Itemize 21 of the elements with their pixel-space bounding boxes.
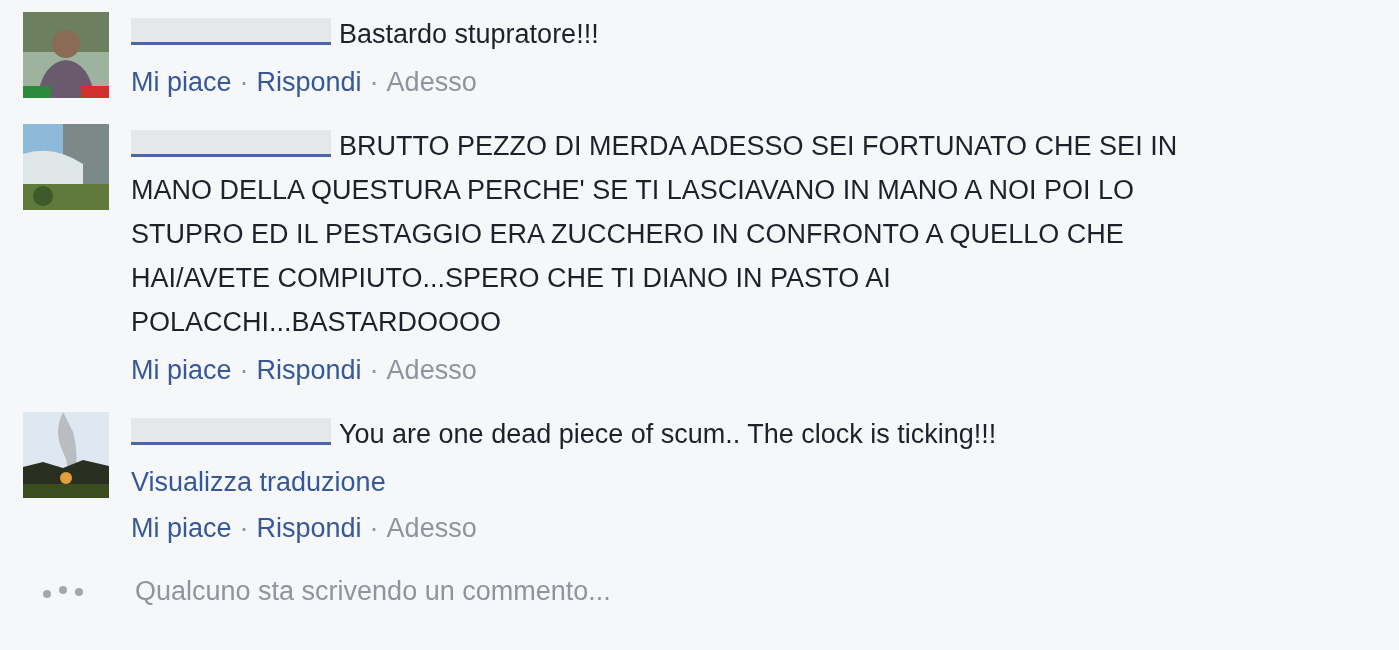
timestamp: Adesso	[386, 66, 477, 99]
typing-status: Qualcuno sta scrivendo un commento...	[135, 576, 611, 607]
action-link[interactable]: Rispondi	[256, 350, 362, 390]
action-link[interactable]: Rispondi	[256, 508, 362, 548]
separator-dot: ·	[239, 513, 249, 544]
separator-dot: ·	[239, 355, 249, 386]
translation-link[interactable]: Visualizza traduzione	[131, 462, 1251, 502]
timestamp: Adesso	[386, 512, 477, 545]
comment-text: BRUTTO PEZZO DI MERDA ADESSO SEI FORTUNATO CHE SEI IN MANO DELLA QUESTURA PERCHE' SE TI LASCIAVANO IN MANO A NOI POI LO STUPRO ED IL PESTAGGIO ERA ZUCCHERO IN CONFRONTO A QUELLO CHE HAI/AVETE COMPIUTO...SPERO CHE TI DIANO IN PASTO AI POLACCHI...BASTARDOOOO	[131, 129, 1179, 339]
separator-dot: ·	[369, 67, 379, 98]
separator-dot: ·	[239, 67, 249, 98]
action-link[interactable]: Mi piace	[131, 62, 232, 102]
action-link[interactable]: Mi piace	[131, 508, 232, 548]
action-link[interactable]: Rispondi	[256, 62, 362, 102]
separator-dot: ·	[369, 513, 379, 544]
timestamp: Adesso	[386, 354, 477, 387]
separator-dot: ·	[369, 355, 379, 386]
typing-indicator-icon	[41, 584, 85, 599]
comment-text: You are one dead piece of scum.. The clock is ticking!!!	[131, 412, 1251, 456]
comment-text: Bastardo stupratore!!!	[131, 12, 1251, 56]
action-link[interactable]: Mi piace	[131, 350, 232, 390]
